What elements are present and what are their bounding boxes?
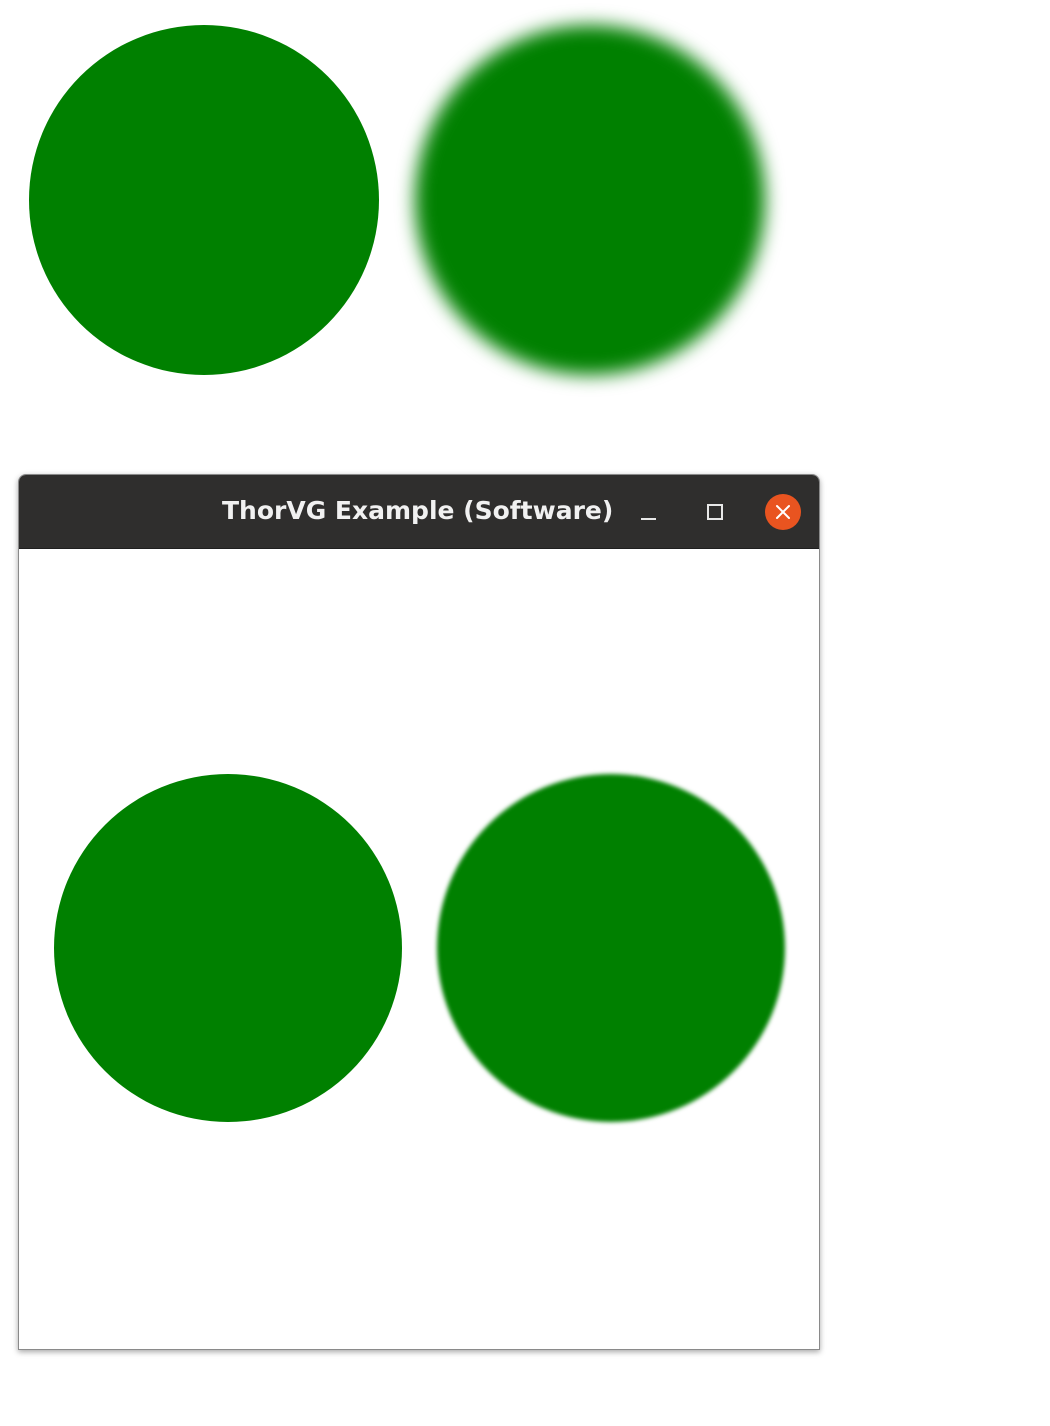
blurred-circle <box>437 774 785 1122</box>
sharp-circle <box>54 774 402 1122</box>
window-title: ThorVG Example (Software) <box>222 496 614 525</box>
maximize-icon <box>707 504 723 520</box>
minimize-button[interactable] <box>629 493 667 531</box>
maximize-button[interactable] <box>696 493 734 531</box>
window-titlebar[interactable]: ThorVG Example (Software) <box>19 475 819 549</box>
close-button[interactable] <box>764 493 802 531</box>
close-icon <box>765 494 801 530</box>
reference-sharp-circle <box>29 25 379 375</box>
reference-blurred-circle <box>415 25 765 375</box>
screen: ThorVG Example (Software) <box>0 0 1050 1426</box>
app-window: ThorVG Example (Software) <box>18 474 820 1350</box>
minimize-icon <box>640 518 656 520</box>
render-canvas <box>19 549 819 1349</box>
